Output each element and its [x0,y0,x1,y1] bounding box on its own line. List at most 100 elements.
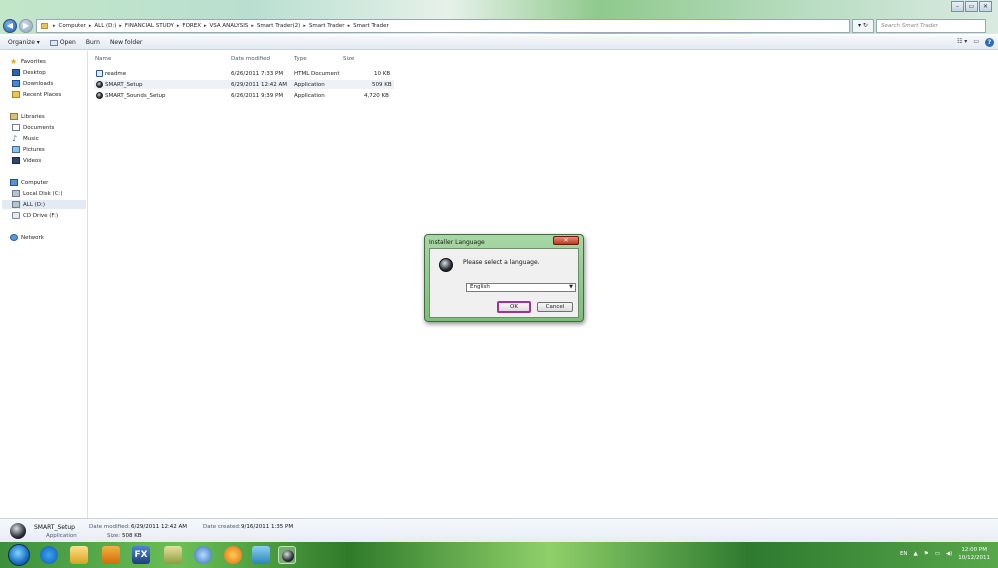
open-label: Open [59,39,76,46]
nav-recent-places[interactable]: Recent Places [12,90,61,99]
organize-button[interactable]: Organize ▾ [8,39,40,46]
view-controls: ☷ ▾ ▭ ? [957,38,994,47]
cd-drive-icon [12,212,20,219]
nav-all-d[interactable]: ALL (D:) [2,200,86,209]
installer-app-icon [282,550,294,562]
remote-desktop-icon[interactable] [252,546,270,564]
ok-button[interactable]: OK [497,301,531,313]
chevron-right-icon: ▸ [203,23,207,29]
media-player-icon[interactable] [102,546,120,564]
nav-desktop[interactable]: Desktop [12,68,46,77]
navigation-pane: ★ Favorites Desktop Downloads Recent Pla… [0,51,88,518]
clock[interactable]: 12:00 PM 10/12/2011 [958,546,990,562]
network-icon [10,234,18,241]
nav-pictures[interactable]: Pictures [12,145,45,154]
clock-time: 12:00 PM [961,547,987,553]
breadcrumb-smart-trader[interactable]: Smart Trader [309,23,345,29]
details-date-modified: 6/29/2011 12:42 AM [131,524,188,530]
drive-icon [12,201,20,208]
nav-libraries[interactable]: Libraries [10,112,45,121]
windows-explorer-icon[interactable] [70,546,88,564]
window-controls: – ▭ ✕ [951,1,992,12]
window-titlebar: ◀ ▶ ▸ Computer ▸ ALL (D:) ▸ FINANCIAL ST… [0,0,998,34]
breadcrumb-smart-trader-current[interactable]: Smart Trader [353,23,389,29]
flag-icon[interactable]: ⚑ [924,551,929,557]
downloads-icon [12,80,20,87]
search-input[interactable]: Search Smart Trader [876,19,986,33]
back-button[interactable]: ◀ [3,19,17,33]
dialog-close-button[interactable]: ✕ [553,236,579,245]
column-header-date[interactable]: Date modified [231,56,270,62]
nav-music-label: Music [23,135,39,142]
new-folder-button[interactable]: New folder [110,39,142,46]
column-header-type[interactable]: Type [294,56,307,62]
file-row-smart-sounds-setup[interactable]: SMART_Sounds_Setup 6/26/2011 9:39 PM App… [94,91,394,100]
breadcrumb-financial-study[interactable]: FINANCIAL STUDY [125,23,174,29]
chart-app-icon[interactable] [164,546,182,564]
command-bar: Organize ▾ Open Burn New folder ☷ ▾ ▭ ? [0,36,998,50]
breadcrumb-computer[interactable]: Computer [59,23,86,29]
nav-videos[interactable]: Videos [12,156,41,165]
nav-computer[interactable]: Computer [10,178,48,187]
nav-favorites[interactable]: ★ Favorites [10,57,46,66]
chevron-right-icon: ▸ [303,23,306,29]
details-file-name: SMART_Setup [34,524,75,531]
chevron-right-icon: ▸ [347,23,351,29]
videos-icon [12,157,20,164]
column-header-name[interactable]: Name [95,56,111,62]
chevron-right-icon: ▸ [176,23,180,29]
file-size: 10 KB [374,70,391,77]
nav-cd-drive[interactable]: CD Drive (F:) [12,211,58,220]
cancel-button[interactable]: Cancel [537,302,573,312]
volume-icon[interactable]: ◀) [946,551,952,557]
close-button[interactable]: ✕ [979,1,992,12]
html-file-icon [96,70,103,77]
application-icon [96,92,103,99]
language-select[interactable]: English ▼ [466,283,576,292]
forward-button[interactable]: ▶ [19,19,33,33]
burn-button[interactable]: Burn [86,39,100,46]
dialog-body: Please select a language. English ▼ OK C… [429,248,579,318]
nav-videos-label: Videos [23,157,42,164]
maximize-button[interactable]: ▭ [965,1,978,12]
firefox-icon[interactable] [224,546,242,564]
network-tray-icon[interactable]: ▭ [935,551,940,557]
refresh-button[interactable]: ▾ ↻ [852,19,874,33]
breadcrumb-smart-trader-2[interactable]: Smart Trader(2) [257,23,301,29]
language-indicator[interactable]: EN [900,551,908,557]
column-header-size[interactable]: Size [343,56,354,62]
nav-documents[interactable]: Documents [12,123,54,132]
change-view-icon[interactable]: ☷ ▾ [957,38,967,47]
fx-app-icon[interactable]: FX [132,546,150,564]
nav-pictures-label: Pictures [23,146,45,153]
recent-places-icon [12,91,20,98]
smart-installer-taskbar-button[interactable] [278,546,296,564]
address-bar[interactable]: ▸ Computer ▸ ALL (D:) ▸ FINANCIAL STUDY … [36,19,850,33]
nav-network[interactable]: Network [10,233,44,242]
internet-explorer-icon[interactable] [40,546,58,564]
nav-local-disk[interactable]: Local Disk (C:) [12,189,63,198]
details-size-label: Size: [107,533,121,539]
file-row-readme[interactable]: readme 6/26/2011 7:33 PM HTML Document 1… [94,69,394,78]
tool-app-icon[interactable] [194,546,212,564]
dialog-title: Installer Language [429,239,485,246]
nav-all-d-label: ALL (D:) [23,201,46,208]
file-row-smart-setup[interactable]: SMART_Setup 6/29/2011 12:42 AM Applicati… [94,80,394,89]
help-icon[interactable]: ? [985,38,994,47]
show-hidden-icons-icon[interactable]: ▲ [914,551,918,557]
nav-music[interactable]: ♪ Music [12,134,39,143]
file-name: SMART_Sounds_Setup [105,92,166,99]
documents-icon [12,124,20,131]
file-date: 6/29/2011 12:42 AM [231,81,288,88]
application-icon [10,523,26,539]
nav-downloads[interactable]: Downloads [12,79,53,88]
start-button[interactable] [8,544,30,566]
breadcrumb-forex[interactable]: FOREX [182,23,201,29]
breadcrumb-vsa-analysis[interactable]: VSA ANALYSIS [210,23,249,29]
breadcrumb-all-d[interactable]: ALL (D:) [94,23,116,29]
nav-libraries-label: Libraries [21,113,45,120]
minimize-button[interactable]: – [951,1,964,12]
open-button[interactable]: Open [49,39,76,46]
preview-pane-icon[interactable]: ▭ [973,38,979,47]
chevron-right-icon: ▸ [53,23,56,29]
